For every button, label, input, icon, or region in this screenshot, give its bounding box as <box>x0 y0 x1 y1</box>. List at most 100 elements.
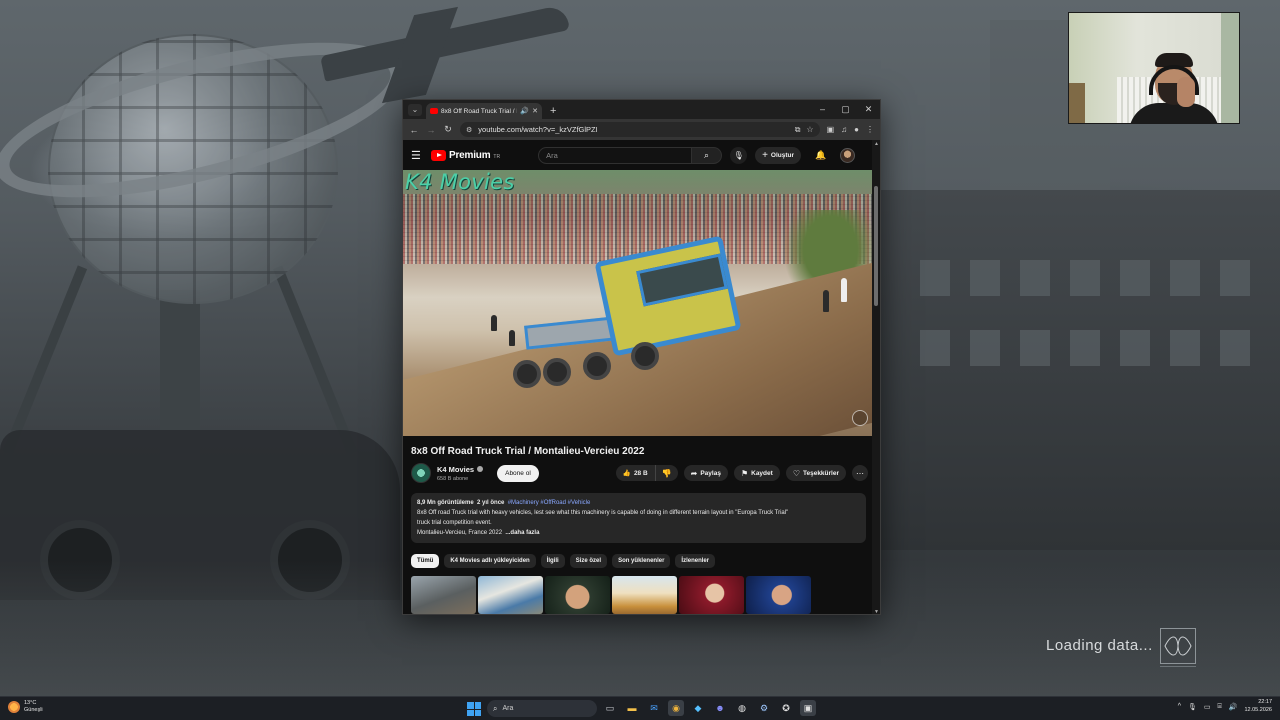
channel-avatar[interactable] <box>411 463 431 483</box>
video-description[interactable]: 8,9 Mn görüntüleme 2 yıl önce #Machinery… <box>411 493 866 543</box>
notifications-bell-icon[interactable]: 🔔 <box>815 150 826 161</box>
youtube-play-icon <box>431 149 446 161</box>
recommended-video-thumbnail[interactable] <box>478 576 543 614</box>
tray-mic-icon[interactable]: 🎙 <box>1188 703 1197 711</box>
maximize-button[interactable]: ▢ <box>834 100 857 119</box>
chip-from-uploader[interactable]: K4 Movies adlı yükleyiciden <box>444 554 536 568</box>
page-scrollbar[interactable]: ▲ ▼ <box>872 140 880 614</box>
description-line-1: 8x8 Off road Truck trial with heavy vehi… <box>417 510 789 516</box>
microphone-icon: 🎙 <box>733 150 744 160</box>
weather-sun-icon <box>8 701 20 713</box>
youtube-logo[interactable]: Premium TR <box>431 149 500 161</box>
taskbar-search[interactable]: ⌕ Ara <box>487 700 597 717</box>
chip-related[interactable]: İlgili <box>540 554 565 568</box>
recommended-video-thumbnail[interactable] <box>411 576 476 614</box>
create-button[interactable]: + Oluştur <box>755 146 802 164</box>
app-icon[interactable]: ◆ <box>690 700 706 716</box>
media-controls-icon[interactable]: ♫ <box>841 125 847 134</box>
search-input[interactable] <box>546 150 685 160</box>
back-button[interactable]: ← <box>409 125 419 135</box>
display-icon[interactable]: ▭ <box>1204 703 1211 711</box>
volume-icon[interactable]: 🔊 <box>1229 703 1238 711</box>
cast-icon[interactable]: ⧉ <box>795 125 801 135</box>
close-window-button[interactable]: ✕ <box>857 100 880 119</box>
thumbs-up-icon: 👍 <box>622 470 631 477</box>
chip-watched[interactable]: İzlenenler <box>675 554 716 568</box>
bookmark-star-icon[interactable]: ☆ <box>806 125 813 134</box>
weather-description: Güneşli <box>24 707 43 713</box>
share-icon: ➦ <box>690 468 698 478</box>
tab-search-button[interactable]: ⌄ <box>408 104 422 116</box>
tab-close-icon[interactable]: ✕ <box>532 107 538 115</box>
site-info-icon[interactable]: ⚙ <box>466 126 472 134</box>
speaker-icon[interactable]: 🔊 <box>520 107 529 115</box>
show-more-link[interactable]: ...daha fazla <box>505 530 539 536</box>
webcam-overlay <box>1068 12 1240 124</box>
chip-all[interactable]: Tümü <box>411 554 440 568</box>
game-window-icon[interactable]: ▣ <box>800 700 816 716</box>
clock-date: 12.05.2026 <box>1244 706 1272 713</box>
chip-recent[interactable]: Son yüklenenler <box>612 554 671 568</box>
hamburger-menu-icon[interactable]: ☰ <box>411 149 423 162</box>
address-bar[interactable]: ⚙ youtube.com/watch?v=_kzVZfGlPZI ⧉ ☆ <box>460 122 820 137</box>
recommended-video-thumbnail[interactable] <box>679 576 744 614</box>
hashtags[interactable]: #Machinery #OffRoad #Vehicle <box>508 500 591 506</box>
search-icon: ⌕ <box>704 149 710 160</box>
share-button[interactable]: ➦ Paylaş <box>683 465 728 481</box>
scroll-down-icon[interactable]: ▼ <box>874 609 879 614</box>
browser-window: ⌄ 8x8 Off Road Truck Trial / M 🔊 ✕ + – ▢… <box>402 99 881 615</box>
recommended-video-thumbnail[interactable] <box>746 576 811 614</box>
forward-button[interactable]: → <box>426 125 436 135</box>
clock-time: 22:17 <box>1258 699 1272 705</box>
video-title: 8x8 Off Road Truck Trial / Montalieu-Ver… <box>411 446 645 457</box>
voice-search-button[interactable]: 🎙 <box>730 146 748 164</box>
tab-bar: ⌄ 8x8 Off Road Truck Trial / M 🔊 ✕ + – ▢… <box>403 100 880 119</box>
profile-icon[interactable]: ● <box>854 125 859 134</box>
obs-icon[interactable]: ◍ <box>734 700 750 716</box>
scrollbar-thumb[interactable] <box>874 186 878 306</box>
recommended-video-thumbnail[interactable] <box>545 576 610 614</box>
file-explorer-icon[interactable]: ▬ <box>624 700 640 716</box>
game-app-icon[interactable]: ✪ <box>778 700 794 716</box>
more-actions-icon[interactable]: ⋯ <box>852 465 868 481</box>
video-player[interactable]: K4 Movies <box>403 170 874 436</box>
tray-overflow-chevron-icon[interactable]: ^ <box>1178 703 1181 710</box>
like-button[interactable]: 👍 28 B <box>616 465 656 481</box>
channel-watermark-icon[interactable] <box>852 410 868 426</box>
save-button[interactable]: ⚑ Kaydet <box>733 465 780 481</box>
description-line-3: Montalieu-Vercieu, France 2022 <box>417 530 503 536</box>
reload-button[interactable]: ↻ <box>443 124 453 135</box>
scroll-up-icon[interactable]: ▲ <box>874 141 879 147</box>
task-view-icon[interactable]: ▭ <box>602 700 618 716</box>
clock[interactable]: 22:17 12.05.2026 <box>1244 699 1272 714</box>
steam-icon[interactable]: ⚙ <box>756 700 772 716</box>
video-owner-row: K4 Movies 658 B abone Abone ol 👍 28 B 👎 … <box>411 462 874 484</box>
mail-icon[interactable]: ✉ <box>646 700 662 716</box>
network-icon[interactable]: ⌸ <box>1218 703 1222 711</box>
search-button[interactable]: ⌕ <box>692 146 723 164</box>
recommended-video-thumbnail[interactable] <box>612 576 677 614</box>
heart-dollar-icon: ♡ <box>792 468 800 478</box>
upload-age: 2 yıl önce <box>477 500 505 506</box>
new-tab-button[interactable]: + <box>550 105 556 117</box>
browser-toolbar: ← → ↻ ⚙ youtube.com/watch?v=_kzVZfGlPZI … <box>403 119 880 140</box>
window-controls: – ▢ ✕ <box>811 100 880 119</box>
chrome-icon[interactable]: ◉ <box>668 700 684 716</box>
thanks-button[interactable]: ♡ Teşekkürler <box>785 465 846 481</box>
extensions-icon[interactable]: ▣ <box>827 125 835 134</box>
verified-badge-icon <box>477 466 484 472</box>
subscribe-button[interactable]: Abone ol <box>497 464 539 482</box>
dislike-button[interactable]: 👎 <box>656 465 678 481</box>
weather-widget[interactable]: 13°C Güneşli <box>8 700 43 714</box>
tab-youtube[interactable]: 8x8 Off Road Truck Trial / M 🔊 ✕ <box>426 103 542 119</box>
search-box[interactable] <box>538 146 693 164</box>
discord-icon[interactable]: ☻ <box>712 700 728 716</box>
youtube-masthead: ☰ Premium TR ⌕ 🎙 + Oluştur 🔔 <box>403 140 874 170</box>
account-avatar[interactable] <box>840 147 856 163</box>
browser-menu-icon[interactable]: ⋮ <box>866 125 874 134</box>
chip-for-you[interactable]: Size özel <box>569 554 608 568</box>
start-button-windows-icon[interactable] <box>467 702 481 716</box>
bg-building <box>880 190 1280 550</box>
minimize-button[interactable]: – <box>811 100 834 119</box>
channel-name[interactable]: K4 Movies <box>437 465 484 474</box>
